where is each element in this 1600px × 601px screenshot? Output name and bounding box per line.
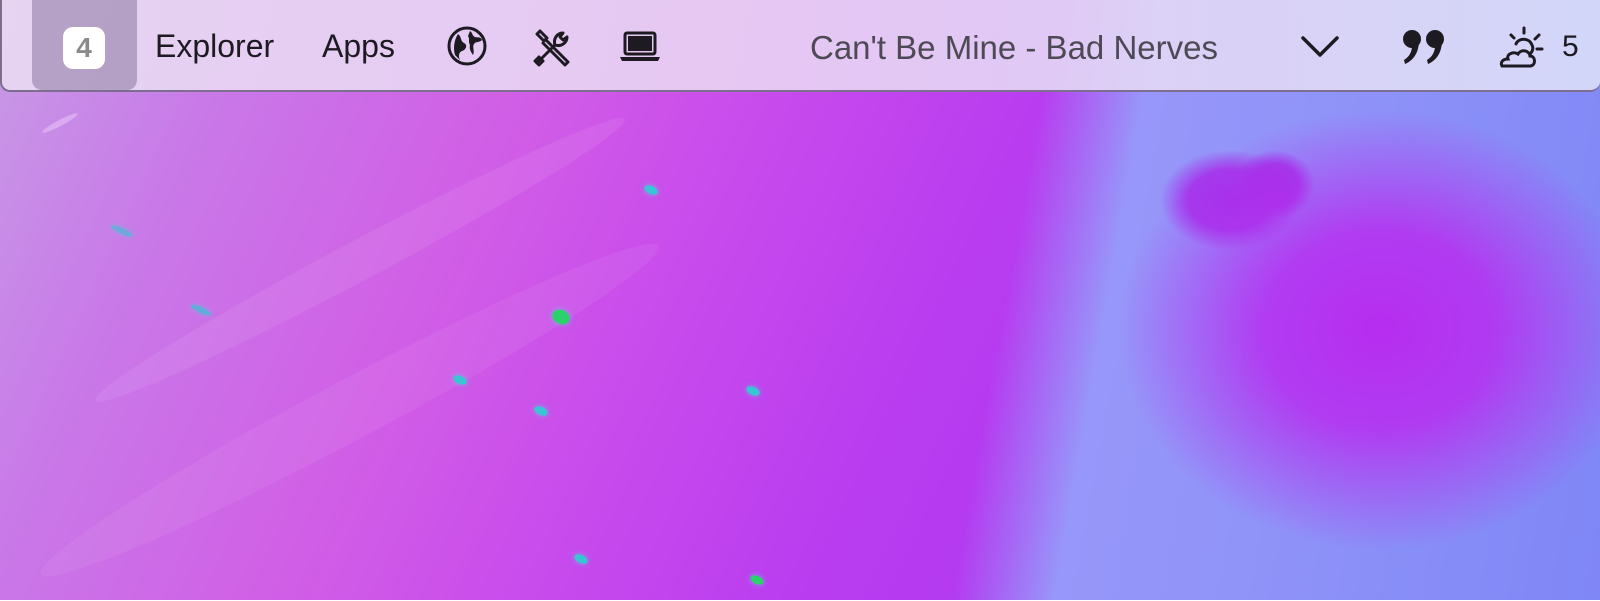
- now-playing-track[interactable]: Can't Be Mine - Bad Nerves: [810, 29, 1218, 67]
- wallpaper-drop: [748, 573, 766, 587]
- tools-icon[interactable]: [531, 25, 575, 69]
- weather-cloud-sun-icon[interactable]: [1494, 24, 1546, 70]
- menu-item-apps[interactable]: Apps: [322, 28, 395, 65]
- wallpaper-streak: [40, 110, 80, 136]
- wallpaper-drop: [109, 223, 135, 239]
- wallpaper-drop: [572, 552, 590, 566]
- wallpaper-drop: [189, 302, 213, 318]
- wallpaper-drop: [744, 384, 762, 398]
- workspace-number[interactable]: 4: [63, 27, 105, 69]
- wallpaper-drop: [642, 183, 660, 197]
- laptop-icon[interactable]: [618, 30, 662, 64]
- weather-temperature-partial: 5: [1562, 30, 1579, 63]
- chevron-down-icon[interactable]: [1299, 33, 1341, 61]
- quote-icon[interactable]: [1400, 28, 1448, 66]
- top-menubar: 4 Explorer Apps Can't Be Mine - Bad Nerv…: [0, 0, 1600, 92]
- menu-item-explorer[interactable]: Explorer: [155, 28, 274, 65]
- wallpaper-drop: [532, 404, 550, 418]
- globe-icon[interactable]: [446, 25, 488, 67]
